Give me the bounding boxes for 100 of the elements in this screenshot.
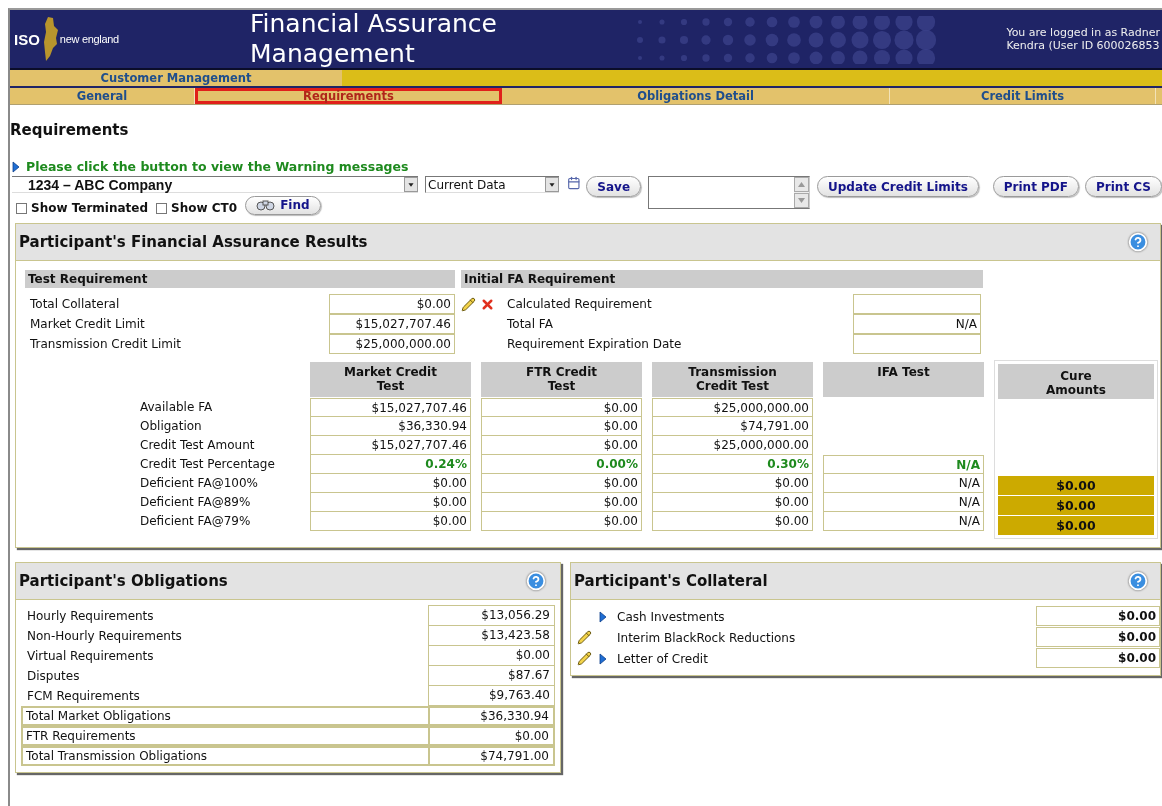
obligation-label: Virtual Requirements [26, 648, 155, 665]
value-cell: N/A [823, 455, 984, 474]
field-label: Market Credit Limit [29, 317, 146, 331]
data-view-select[interactable]: Current Data [425, 176, 559, 193]
column-header: Transmission Credit Test [652, 362, 813, 397]
help-icon[interactable] [526, 571, 546, 591]
field-label: Total Collateral [29, 297, 121, 311]
value-cell: $0.00 [481, 493, 642, 512]
value-cell: $0.00 [310, 512, 471, 531]
app-title: Financial Assurance Management [250, 10, 498, 69]
value-cell: $0.00 [428, 726, 555, 746]
value-cell: $0.00 [652, 474, 813, 493]
row-label: Deficient FA@100% [139, 475, 259, 492]
participant-select[interactable]: 1234 – ABC Company [12, 176, 419, 193]
toolbar-button[interactable]: Update Credit Limits [816, 176, 979, 197]
value-cell: $25,000,000.00 [652, 436, 813, 455]
value-cell: $0.00 [1036, 627, 1160, 647]
value-cell: $0.00 [481, 474, 642, 493]
save-button[interactable]: Save [586, 176, 642, 197]
value-cell: N/A [823, 474, 984, 493]
value-cell: $15,027,707.46 [329, 313, 455, 334]
toolbar-button[interactable]: Print PDF [992, 176, 1080, 197]
value-cell: $0.00 [1036, 648, 1160, 668]
cure-amount-cell: $0.00 [998, 516, 1154, 535]
value-cell: $0.00 [1036, 606, 1160, 626]
checkbox-label: Show CT0 [171, 201, 238, 215]
arrow-bullet-icon [12, 160, 20, 173]
value-cell: $87.67 [428, 665, 555, 686]
value-cell: $9,763.40 [428, 685, 555, 706]
value-cell: $36,330.94 [310, 417, 471, 436]
panel-title: Participant's Obligations [19, 572, 228, 590]
tab[interactable]: Requirements [195, 88, 502, 104]
section-heading: Test Requirement [25, 270, 455, 288]
obligation-label: Hourly Requirements [26, 608, 155, 625]
obligation-label: Total Transmission Obligations [21, 746, 428, 766]
row-label: Deficient FA@89% [139, 494, 252, 511]
value-cell: $36,330.94 [428, 706, 555, 726]
value-cell: $25,000,000.00 [652, 398, 813, 417]
value-cell: $13,423.58 [428, 625, 555, 646]
tab[interactable]: Obligations Detail [502, 88, 890, 104]
tab[interactable]: Credit Limits [890, 88, 1156, 104]
checkbox[interactable] [156, 202, 168, 214]
value-cell: $0.00 [481, 398, 642, 417]
row-label: Obligation [139, 418, 203, 435]
user-info: You are logged in as Radner [1006, 26, 1160, 39]
warning-link[interactable]: Please click the button to view the Warning messages [26, 159, 409, 174]
cure-amount-cell: $0.00 [998, 496, 1154, 515]
column-header: Market Credit Test [310, 362, 471, 397]
value-cell: N/A [823, 512, 984, 531]
value-cell: $0.00 [481, 417, 642, 436]
value-cell: $0.00 [481, 512, 642, 531]
value-cell: $74,791.00 [652, 417, 813, 436]
panel-title: Participant's Collateral [574, 572, 768, 590]
field-label: Requirement Expiration Date [507, 337, 683, 351]
value-cell: $25,000,000.00 [329, 333, 455, 354]
value-cell: $0.00 [310, 493, 471, 512]
message-box[interactable] [648, 176, 810, 209]
value-cell: $0.00 [428, 645, 555, 666]
value-cell: 0.24% [310, 455, 471, 474]
row-label: Credit Test Percentage [139, 456, 276, 473]
value-cell: 0.00% [481, 455, 642, 474]
help-icon[interactable] [1128, 571, 1148, 591]
field-label: Transmission Credit Limit [29, 337, 182, 351]
logo-text: new england [59, 33, 119, 45]
column-header: FTR Credit Test [481, 362, 642, 397]
binoculars-icon [256, 199, 277, 211]
row-label: Deficient FA@79% [139, 513, 252, 530]
value-cell: $15,027,707.46 [310, 436, 471, 455]
obligation-label: Disputes [26, 668, 81, 685]
delete-icon[interactable] [480, 296, 495, 312]
column-header: Cure Amounts [998, 364, 1154, 399]
row-label: Credit Test Amount [139, 437, 256, 454]
find-button[interactable]: Find [245, 195, 321, 215]
toolbar-button[interactable]: Print CS [1085, 176, 1162, 197]
menu-item[interactable]: Customer Management [10, 70, 342, 86]
value-cell: $15,027,707.46 [310, 398, 471, 417]
pencil-icon[interactable] [461, 296, 476, 312]
value-cell: $0.00 [329, 293, 455, 314]
collateral-label: Cash Investments [617, 609, 726, 624]
obligation-label: FTR Requirements [21, 726, 428, 746]
checkbox[interactable] [16, 202, 27, 214]
panel-title: Participant's Financial Assurance Results [19, 233, 368, 251]
pencil-icon[interactable] [577, 651, 592, 666]
column-header: IFA Test [823, 362, 984, 397]
value-cell: N/A [823, 493, 984, 512]
caret-icon [544, 177, 559, 192]
scrollbar-icon [793, 177, 809, 208]
value-cell: $0.00 [310, 474, 471, 493]
calendar-icon[interactable] [566, 176, 581, 190]
logo-mark: ISO [14, 30, 40, 48]
value-cell: 0.30% [652, 455, 813, 474]
cure-amount-cell: $0.00 [998, 476, 1154, 495]
pencil-icon[interactable] [577, 630, 592, 645]
value-cell: N/A [853, 313, 981, 334]
field-label: Total FA [507, 317, 554, 331]
section-heading: Initial FA Requirement [461, 270, 983, 288]
page-title: Requirements [10, 121, 130, 139]
help-icon[interactable] [1128, 232, 1148, 252]
tab[interactable]: General [10, 88, 195, 104]
value-cell: $74,791.00 [428, 746, 555, 766]
